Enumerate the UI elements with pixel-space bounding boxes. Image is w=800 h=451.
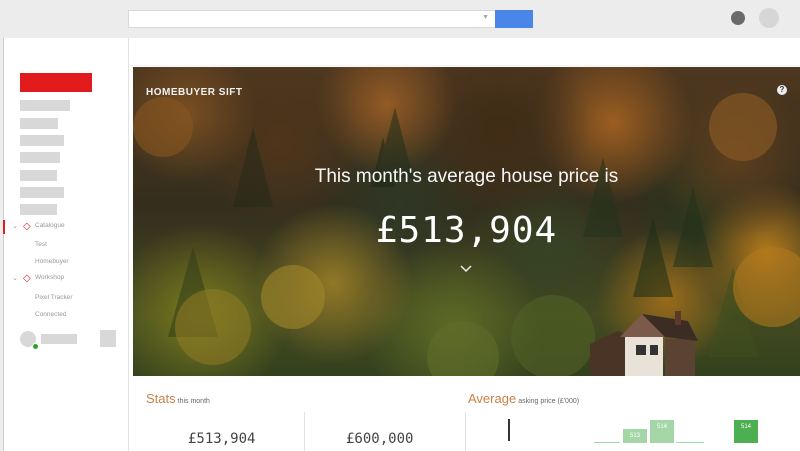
diamond-logo-icon: ◇ <box>23 273 31 284</box>
hero-banner: HOMEBUYER SIFT ? This month's average ho… <box>133 67 800 376</box>
notification-icon[interactable] <box>731 11 745 25</box>
sidebar-item-placeholder[interactable] <box>20 204 57 215</box>
stat-median-value: £600,000 <box>346 431 414 447</box>
sidebar-group-label: Catalogue <box>35 222 65 229</box>
sidebar-item-placeholder[interactable] <box>20 152 60 163</box>
sidebar: ⌄ ◇ Catalogue Test Homebuyer ⌄ ◇ Worksho… <box>3 38 129 451</box>
active-indicator <box>3 220 5 234</box>
stats-title: Stats <box>146 391 176 406</box>
chart-baseline <box>594 442 620 443</box>
search-input[interactable]: ▼ <box>128 10 496 28</box>
user-name-placeholder <box>41 334 77 344</box>
sidebar-item-placeholder[interactable] <box>20 135 64 146</box>
divider <box>304 412 305 451</box>
user-menu-button[interactable] <box>100 330 116 347</box>
browser-toolbar: ▼ <box>0 0 800 38</box>
main-content: HOMEBUYER SIFT ? This month's average ho… <box>130 38 800 451</box>
sidebar-group-catalogue[interactable]: ⌄ ◇ Catalogue <box>3 220 129 234</box>
dropdown-caret-icon[interactable]: ▼ <box>482 14 489 21</box>
sidebar-item-test[interactable]: Test <box>35 241 47 248</box>
sidebar-item-placeholder[interactable] <box>20 118 58 129</box>
average-subtitle: asking price (£'000) <box>518 398 580 405</box>
sidebar-item-connected[interactable]: Connected <box>35 311 66 318</box>
average-heading: Average asking price (£'000) <box>468 391 579 406</box>
chart-bar[interactable]: 514 <box>650 420 674 443</box>
account-avatar[interactable] <box>759 8 779 28</box>
chevron-down-icon[interactable] <box>460 265 472 273</box>
average-title: Average <box>468 391 517 406</box>
hero-heading: This month's average house price is <box>314 166 619 187</box>
stat-average-value: £513,904 <box>188 431 256 447</box>
sidebar-logo[interactable] <box>20 73 92 92</box>
divider <box>465 412 466 451</box>
stats-heading: Stats this month <box>146 391 210 406</box>
help-icon[interactable]: ? <box>777 85 787 95</box>
sidebar-group-workshop[interactable]: ⌄ ◇ Workshop <box>4 272 129 286</box>
app-frame: ⌄ ◇ Catalogue Test Homebuyer ⌄ ◇ Worksho… <box>3 38 800 451</box>
house-illustration <box>590 311 698 376</box>
search-button[interactable] <box>495 10 533 28</box>
chart-bar-label: 514 <box>740 424 751 430</box>
content-header <box>130 38 800 66</box>
chevron-down-icon[interactable]: ⌄ <box>12 222 18 230</box>
average-price: £513,904 <box>375 210 558 251</box>
sidebar-item-placeholder[interactable] <box>20 170 57 181</box>
chart-bar[interactable]: 514 <box>734 420 758 443</box>
online-status-icon <box>32 343 39 350</box>
chart-bar-label: 514 <box>656 424 667 430</box>
diamond-logo-icon: ◇ <box>23 221 31 232</box>
chart-bar[interactable]: 513 <box>623 429 647 443</box>
sidebar-item-placeholder[interactable] <box>20 100 70 111</box>
sidebar-group-label: Workshop <box>35 274 65 281</box>
sidebar-item-placeholder[interactable] <box>20 187 64 198</box>
stats-subtitle: this month <box>177 398 210 405</box>
chart-bar-label: 513 <box>629 433 640 439</box>
sidebar-item-homebuyer[interactable]: Homebuyer <box>35 258 69 265</box>
sidebar-item-pixel-tracker[interactable]: Pixel Tracker <box>35 294 73 301</box>
chart-baseline <box>676 442 704 443</box>
chart-axis <box>508 419 510 441</box>
chevron-down-icon[interactable]: ⌄ <box>12 274 18 282</box>
hero-brand: HOMEBUYER SIFT <box>146 87 243 98</box>
